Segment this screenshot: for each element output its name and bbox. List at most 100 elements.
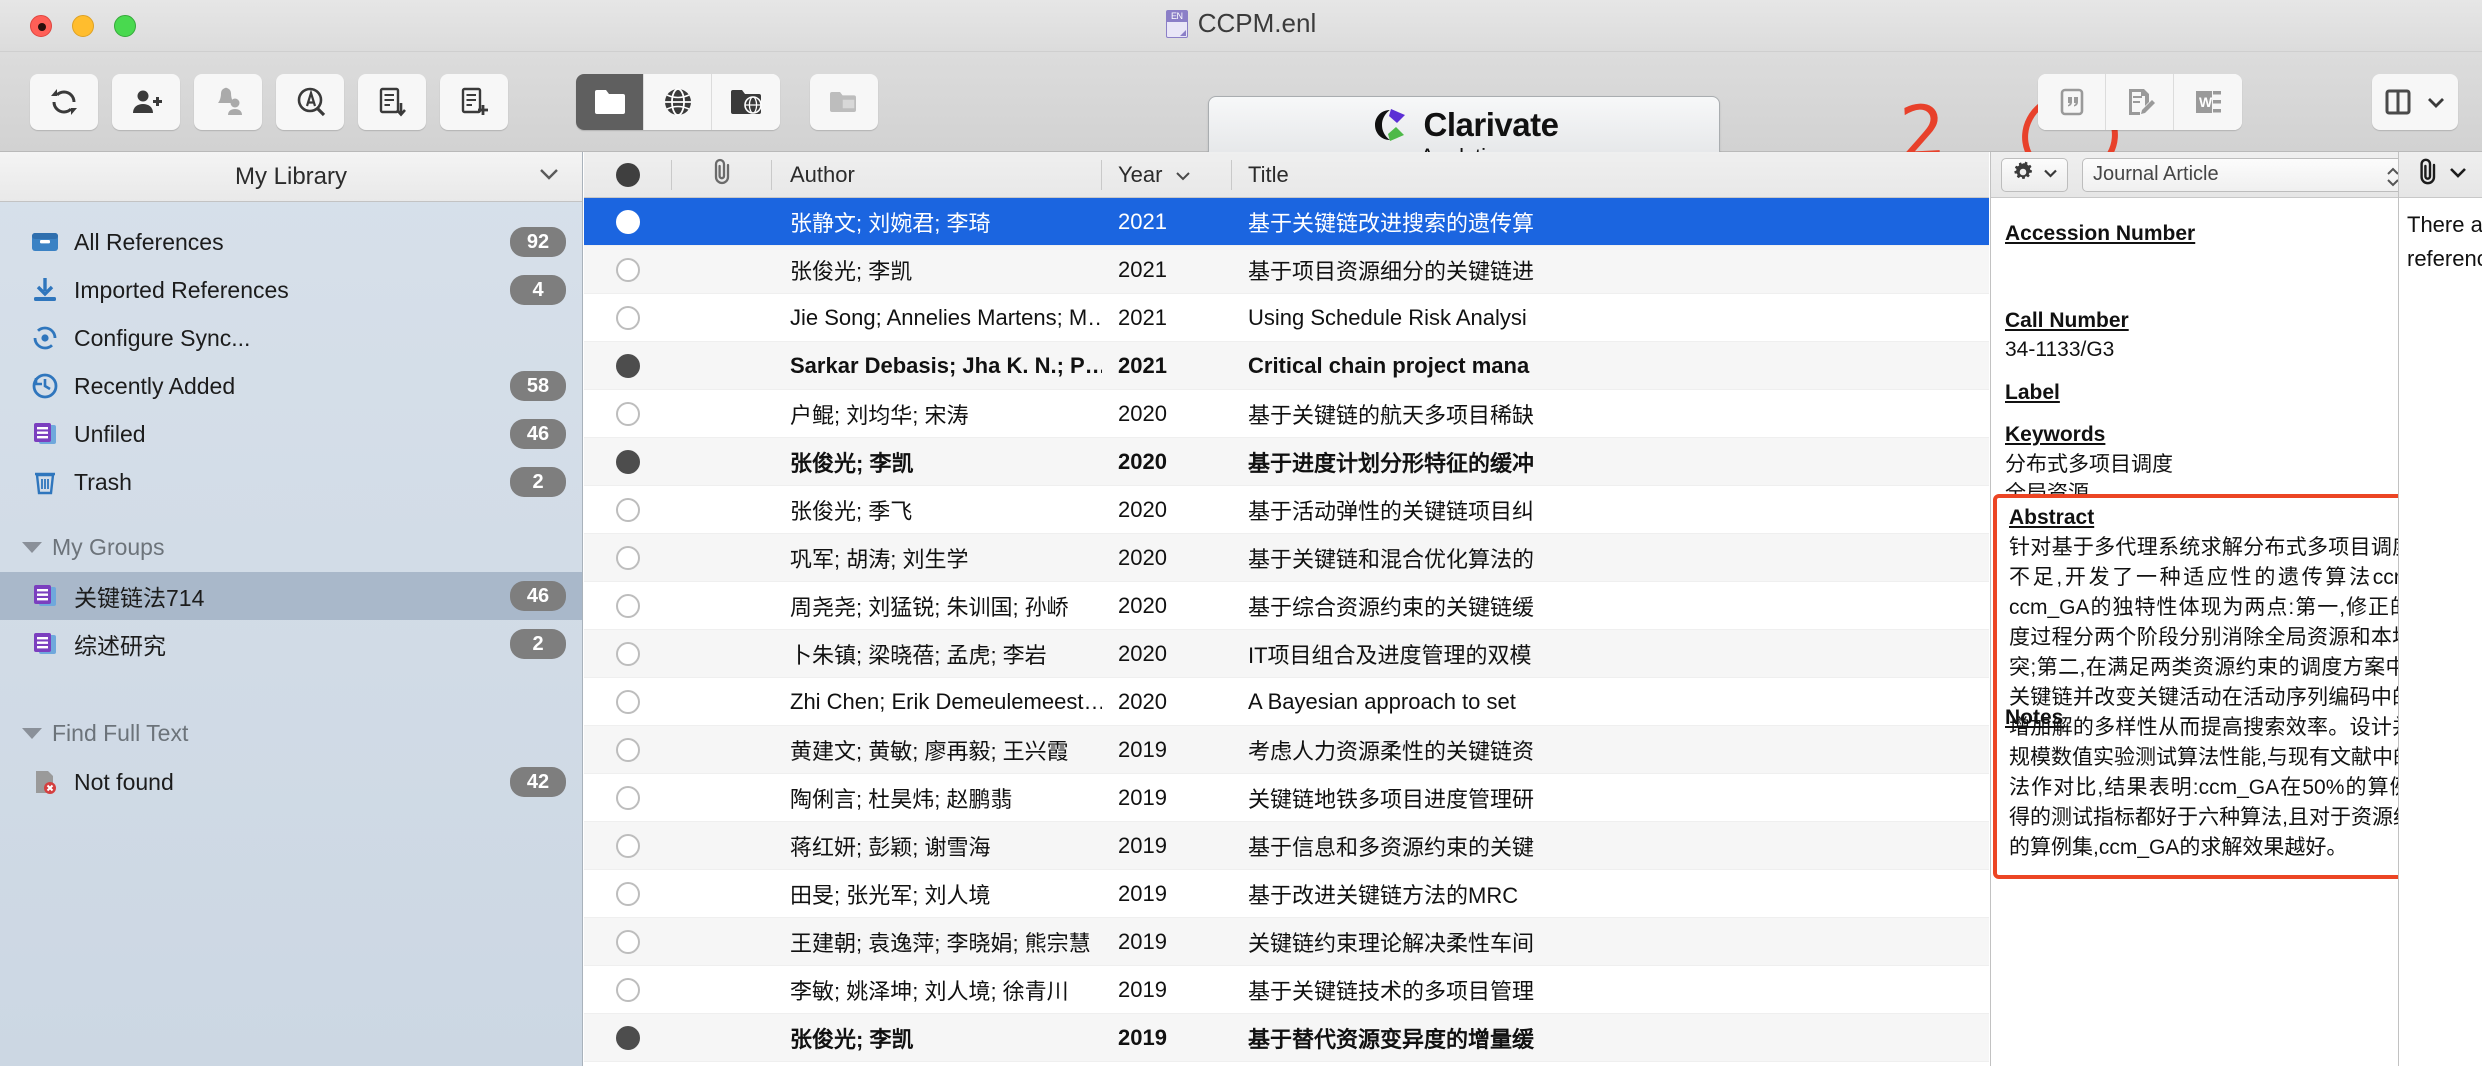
column-header-title[interactable]: Title — [1232, 152, 1989, 198]
read-status-icon[interactable] — [616, 641, 640, 666]
sidebar-item-imported-references[interactable]: Imported References 4 — [0, 266, 582, 314]
table-row[interactable]: 张俊光; 李凯 2021 基于项目资源细分的关键链进 — [584, 246, 1989, 294]
column-header-author[interactable]: Author — [772, 152, 1102, 198]
cell-read-status[interactable] — [584, 342, 672, 390]
table-row[interactable]: 陶俐言; 杜昊炜; 赵鹏翡 2019 关键链地铁多项目进度管理研 — [584, 774, 1989, 822]
sidebar-item-unfiled[interactable]: Unfiled 46 — [0, 410, 582, 458]
sidebar-item-not-found[interactable]: Not found 42 — [0, 758, 582, 806]
cell-read-status[interactable] — [584, 630, 672, 678]
cell-title: 关键链地铁多项目进度管理研 — [1248, 786, 1535, 812]
table-row[interactable]: 王建朝; 袁逸萍; 李晓娟; 熊宗慧 2019 关键链约束理论解决柔性车间 — [584, 918, 1989, 966]
cell-read-status[interactable] — [584, 918, 672, 966]
cell-read-status[interactable] — [584, 198, 672, 246]
table-row[interactable]: 巩军; 胡涛; 刘生学 2020 基于关键链和混合优化算法的 — [584, 534, 1989, 582]
read-status-icon[interactable] — [616, 689, 640, 714]
read-status-icon[interactable] — [616, 257, 640, 282]
sidebar-section-my-groups[interactable]: My Groups — [0, 522, 582, 572]
disclosure-triangle-icon[interactable] — [22, 727, 42, 739]
table-row[interactable]: Jie Song; Annelies Martens; M… 2021 Using … — [584, 294, 1989, 342]
cell-read-status[interactable] — [584, 870, 672, 918]
read-status-icon[interactable] — [616, 833, 640, 858]
find-full-text-icon[interactable] — [276, 74, 344, 130]
read-status-icon[interactable] — [616, 785, 640, 810]
read-status-icon[interactable] — [616, 977, 640, 1002]
sidebar-item-group-2[interactable]: 综述研究 2 — [0, 620, 582, 668]
read-status-icon[interactable] — [616, 545, 640, 570]
online-search-icon[interactable] — [644, 74, 712, 130]
reference-type-select[interactable]: Journal Article — [2082, 157, 2412, 192]
new-reference-icon[interactable] — [440, 74, 508, 130]
table-row[interactable]: 周尧尧; 刘猛锐; 朱训国; 孙峤 2020 基于综合资源约束的关键链缓 — [584, 582, 1989, 630]
sidebar-item-configure-sync[interactable]: Configure Sync... — [0, 314, 582, 362]
paperclip-icon[interactable] — [2414, 157, 2442, 192]
read-status-icon[interactable] — [616, 401, 640, 426]
table-row[interactable]: 田旻; 张光军; 刘人境 2019 基于改进关键链方法的MRC — [584, 870, 1989, 918]
svg-text:W: W — [2199, 94, 2213, 110]
import-reference-icon[interactable] — [358, 74, 426, 130]
cell-read-status[interactable] — [584, 678, 672, 726]
word-cwyw-icon[interactable]: W — [2174, 74, 2242, 130]
read-status-icon[interactable] — [616, 737, 640, 762]
sidebar-item-all-references[interactable]: All References 92 — [0, 218, 582, 266]
table-row[interactable]: 张俊光; 李凯 2020 基于进度计划分形特征的缓冲 — [584, 438, 1989, 486]
table-row[interactable]: 孙月峰; 许明昊; 张表志; 张小…2019基于改进关键链法的高速公路 — [584, 1062, 1989, 1066]
read-status-icon[interactable] — [616, 353, 640, 378]
table-row[interactable]: Zhi Chen; Erik Demeulemeest… 2020 A Bayesi… — [584, 678, 1989, 726]
read-status-icon[interactable] — [616, 497, 640, 522]
cell-read-status[interactable] — [584, 390, 672, 438]
cell-read-status[interactable] — [584, 246, 672, 294]
table-row[interactable]: 户鲲; 刘均华; 宋涛 2020 基于关键链的航天多项目稀缺 — [584, 390, 1989, 438]
group-sets-icon[interactable] — [810, 74, 878, 130]
activity-feed-icon[interactable] — [194, 74, 262, 130]
column-header-year[interactable]: Year — [1102, 152, 1232, 198]
table-row[interactable]: Sarkar Debasis; Jha K. N.; P… 2021 Critica… — [584, 342, 1989, 390]
column-header-attachment[interactable] — [672, 152, 772, 198]
cell-read-status[interactable] — [584, 726, 672, 774]
cell-read-status[interactable] — [584, 438, 672, 486]
table-row[interactable]: 张俊光; 季飞 2020 基于活动弹性的关键链项目纠 — [584, 486, 1989, 534]
read-status-icon[interactable] — [616, 305, 640, 330]
preview-citation-icon[interactable] — [2038, 74, 2106, 130]
read-status-icon[interactable] — [616, 593, 640, 618]
chevron-down-icon[interactable] — [2448, 165, 2468, 184]
sidebar-section-find-full-text[interactable]: Find Full Text — [0, 708, 582, 758]
column-header-read-status[interactable] — [584, 152, 672, 198]
cell-read-status[interactable] — [584, 582, 672, 630]
read-status-icon[interactable] — [616, 1025, 640, 1050]
table-row[interactable]: 张静文; 刘婉君; 李琦 2021 基于关键链改进搜索的遗传算 — [584, 198, 1989, 246]
cell-year: 2020 — [1118, 688, 1167, 714]
sync-icon[interactable] — [30, 74, 98, 130]
table-row[interactable]: 蒋红妍; 彭颖; 谢雪海 2019 基于信息和多资源约束的关键 — [584, 822, 1989, 870]
layout-icon[interactable] — [2372, 74, 2458, 130]
all-references-icon — [28, 225, 62, 259]
read-status-icon[interactable] — [616, 881, 640, 906]
cell-read-status[interactable] — [584, 534, 672, 582]
sidebar-item-group-1[interactable]: 关键链法714 46 — [0, 572, 582, 620]
sidebar-item-recently-added[interactable]: Recently Added 58 — [0, 362, 582, 410]
cell-read-status[interactable] — [584, 294, 672, 342]
library-selector[interactable]: My Library — [0, 152, 582, 202]
table-row[interactable]: 黄建文; 黄敏; 廖再毅; 王兴霞 2019 考虑人力资源柔性的关键链资 — [584, 726, 1989, 774]
cell-attachment — [672, 774, 772, 822]
share-library-icon[interactable] — [112, 74, 180, 130]
chevron-down-icon[interactable] — [538, 166, 560, 187]
table-row[interactable]: 李敏; 姚泽坤; 刘人境; 徐青川 2019 基于关键链技术的多项目管理 — [584, 966, 1989, 1014]
detail-settings-button[interactable] — [2001, 157, 2068, 192]
read-status-icon[interactable] — [616, 449, 640, 474]
table-row[interactable]: 卜朱镇; 梁晓蓓; 孟虎; 李岩 2020 IT项目组合及进度管理的双模 — [584, 630, 1989, 678]
read-status-icon[interactable] — [616, 209, 640, 234]
sidebar-item-trash[interactable]: Trash 2 — [0, 458, 582, 506]
cell-read-status[interactable] — [584, 1062, 672, 1066]
disclosure-triangle-icon[interactable] — [22, 541, 42, 553]
edit-reference-icon[interactable] — [2106, 74, 2174, 130]
cell-read-status[interactable] — [584, 1014, 672, 1062]
attachment-toolbar[interactable] — [2399, 152, 2482, 198]
table-row[interactable]: 张俊光; 李凯 2019 基于替代资源变异度的增量缓 — [584, 1014, 1989, 1062]
integrated-library-icon[interactable] — [712, 74, 780, 130]
local-library-icon[interactable] — [576, 74, 644, 130]
read-status-icon[interactable] — [616, 929, 640, 954]
cell-read-status[interactable] — [584, 774, 672, 822]
cell-read-status[interactable] — [584, 486, 672, 534]
cell-read-status[interactable] — [584, 822, 672, 870]
cell-read-status[interactable] — [584, 966, 672, 1014]
